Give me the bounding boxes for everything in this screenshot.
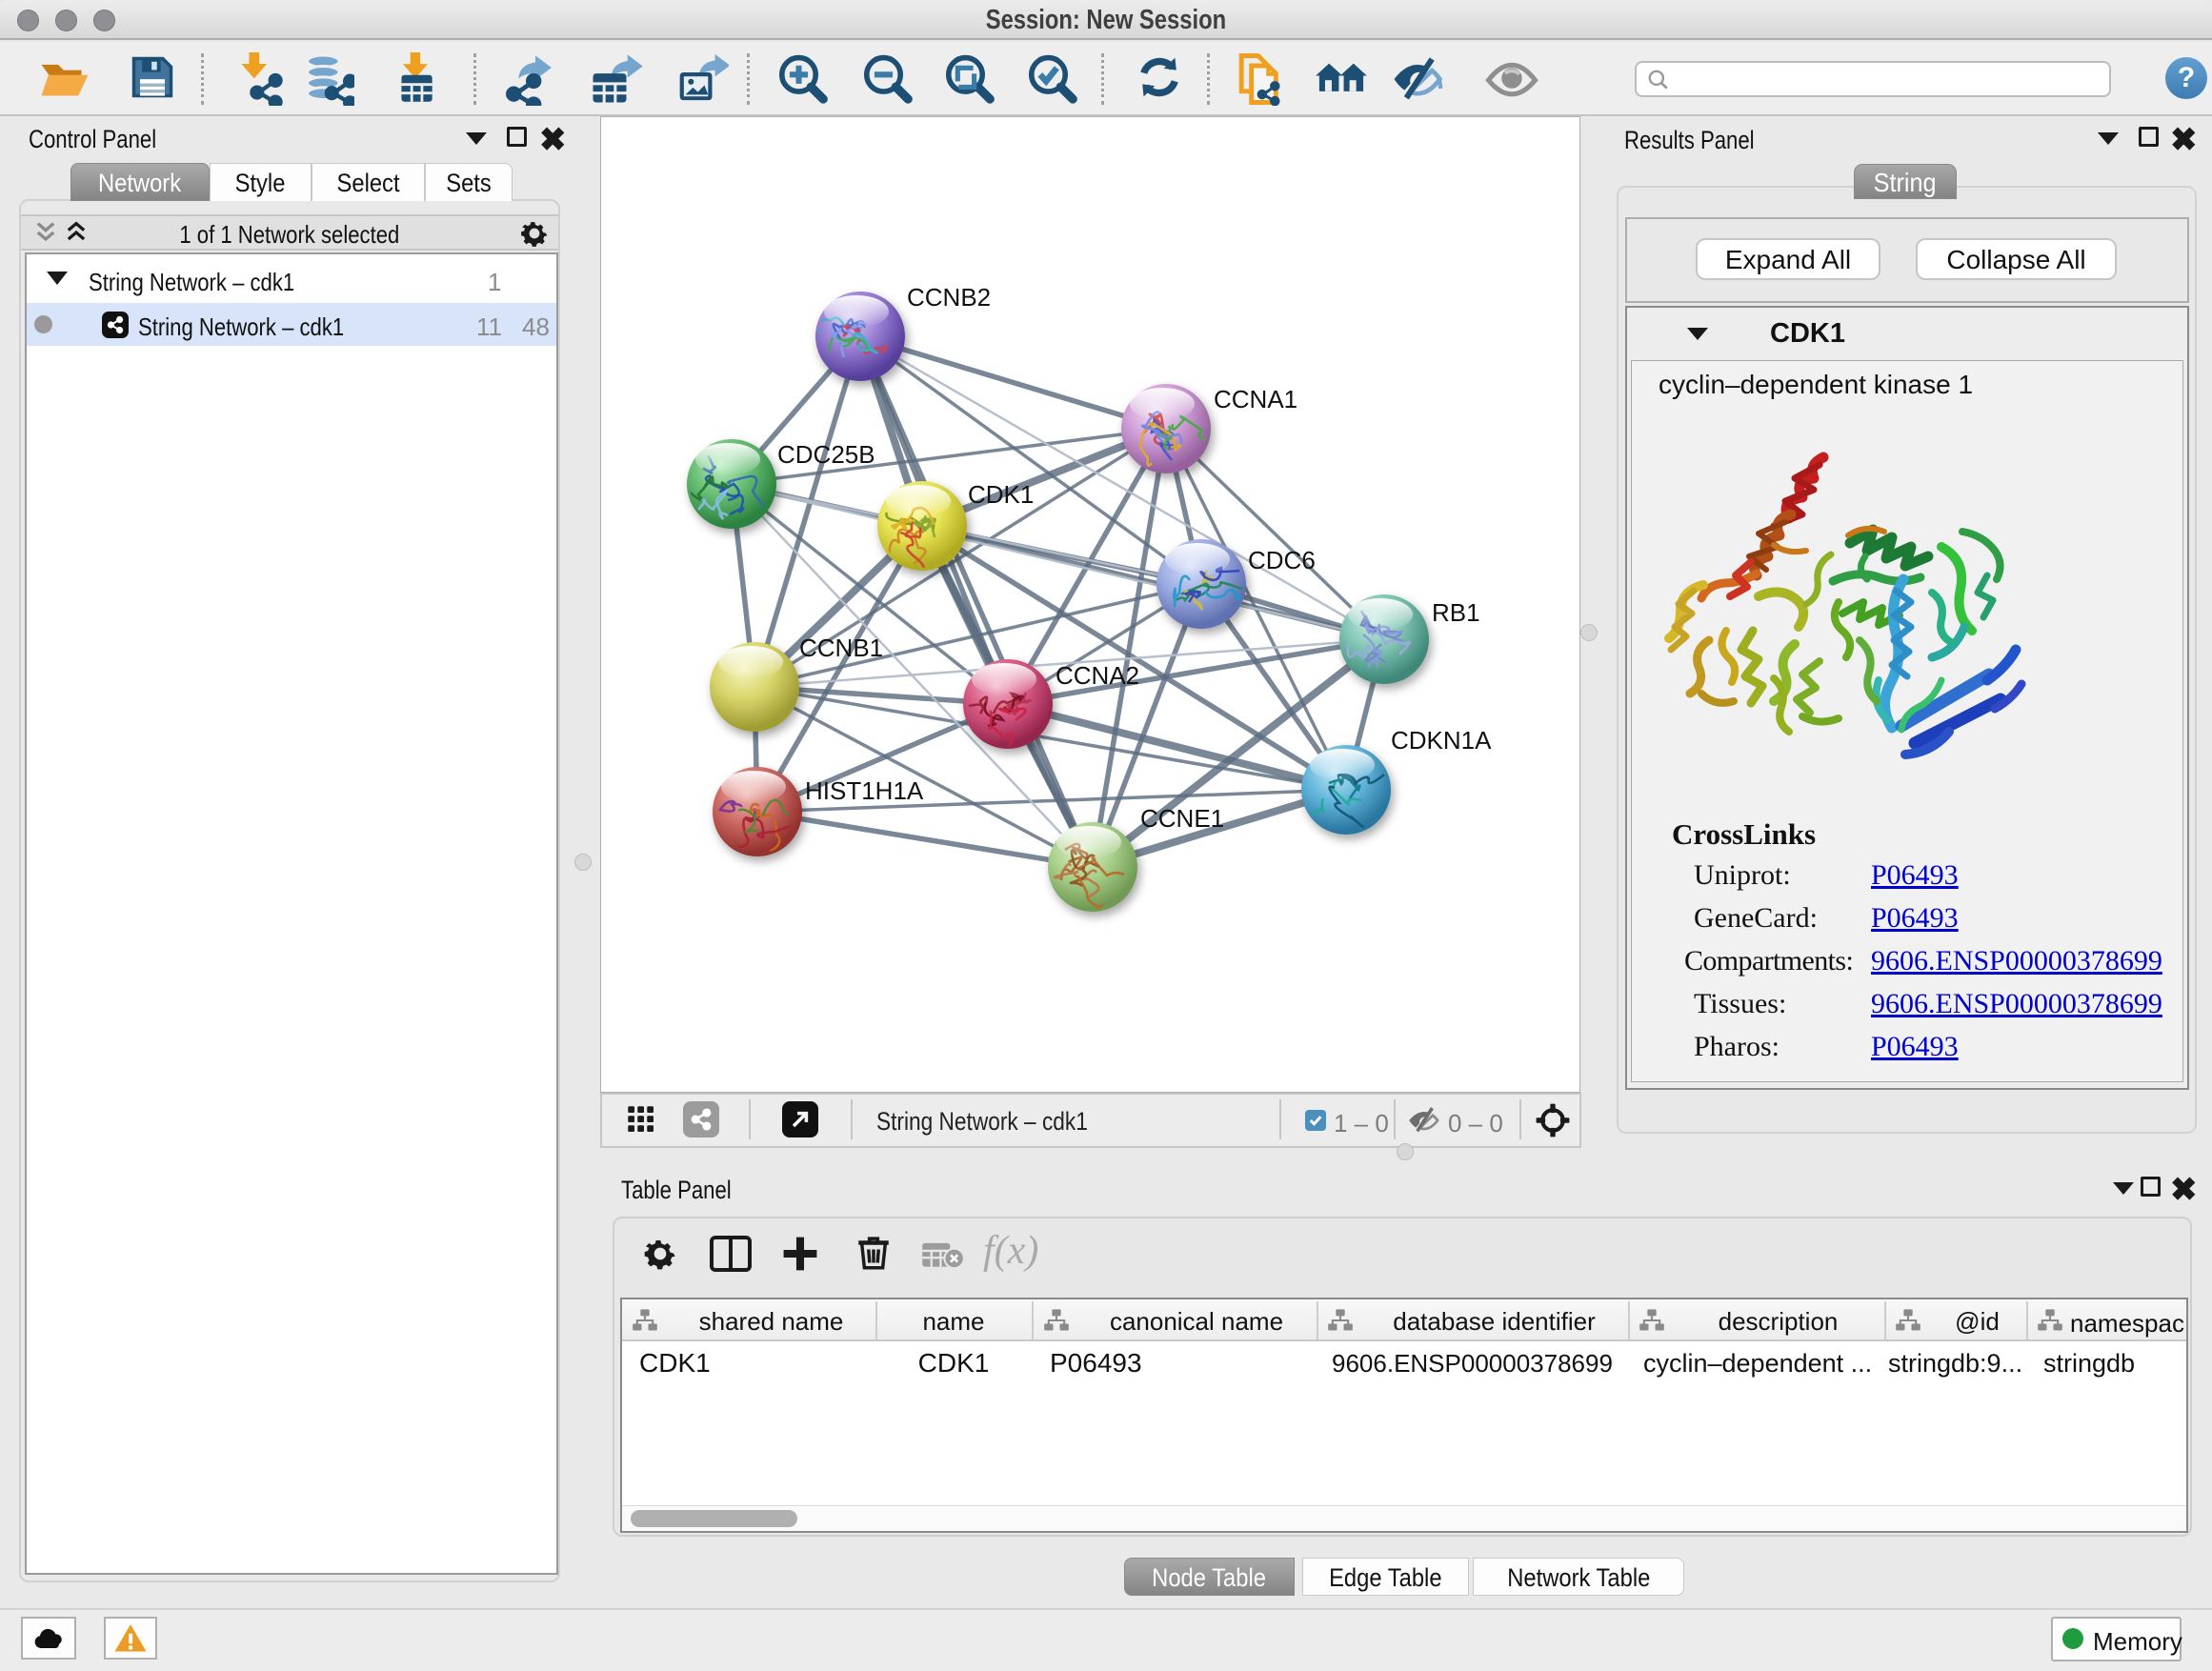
svg-text:HIST1H1A: HIST1H1A <box>805 776 924 805</box>
svg-text:CCNB2: CCNB2 <box>907 283 991 312</box>
svg-text:CDC6: CDC6 <box>1248 546 1316 574</box>
svg-text:CCNE1: CCNE1 <box>1140 804 1224 833</box>
svg-text:CCNB1: CCNB1 <box>799 634 883 662</box>
svg-text:CDK1: CDK1 <box>968 480 1034 509</box>
svg-text:CCNA1: CCNA1 <box>1214 385 1297 413</box>
svg-text:CDKN1A: CDKN1A <box>1391 726 1492 755</box>
svg-text:RB1: RB1 <box>1432 598 1480 627</box>
svg-text:CDC25B: CDC25B <box>777 440 875 469</box>
svg-text:CCNA2: CCNA2 <box>1056 661 1139 690</box>
